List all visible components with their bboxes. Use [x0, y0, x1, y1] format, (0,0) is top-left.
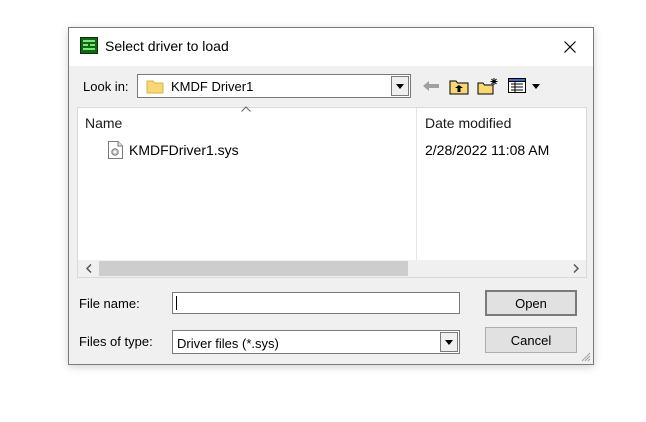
scroll-left-button[interactable]	[80, 260, 97, 277]
chevron-left-icon	[85, 264, 92, 273]
sort-ascending-icon	[241, 106, 251, 112]
back-button[interactable]	[421, 76, 441, 96]
file-name-input[interactable]	[172, 292, 460, 314]
open-file-dialog: Select driver to load Look in: KMDF Driv…	[68, 27, 594, 365]
look-in-dropdown[interactable]: KMDF Driver1	[137, 74, 411, 98]
chevron-down-icon	[445, 339, 453, 345]
files-of-type-dropdown-button[interactable]	[440, 332, 458, 352]
scrollbar-thumb[interactable]	[99, 261, 408, 276]
look-in-value: KMDF Driver1	[171, 79, 254, 94]
scroll-right-button[interactable]	[567, 260, 584, 277]
close-button[interactable]	[547, 28, 593, 66]
file-name-label: File name:	[79, 296, 140, 311]
files-of-type-value: Driver files (*.sys)	[177, 336, 279, 351]
cancel-button[interactable]: Cancel	[485, 327, 577, 353]
column-header-name[interactable]: Name	[85, 115, 122, 131]
file-list-view[interactable]: Name Date modified KMDFDriver1.sys 2/28/…	[77, 106, 587, 278]
chevron-right-icon	[572, 264, 579, 273]
new-folder-button[interactable]	[476, 76, 500, 96]
title-bar: Select driver to load	[69, 28, 593, 66]
column-divider[interactable]	[416, 108, 417, 261]
text-caret	[176, 296, 177, 310]
files-of-type-label: Files of type:	[79, 334, 153, 349]
new-folder-icon	[477, 78, 498, 95]
up-folder-icon	[449, 80, 469, 94]
look-in-dropdown-button[interactable]	[391, 76, 409, 96]
folder-icon	[146, 80, 164, 94]
file-name-cell: KMDFDriver1.sys	[129, 142, 239, 158]
files-of-type-dropdown[interactable]: Driver files (*.sys)	[172, 330, 460, 354]
dialog-title: Select driver to load	[105, 38, 229, 54]
look-in-label: Look in:	[83, 79, 129, 94]
close-icon	[564, 41, 576, 53]
chevron-down-icon	[532, 83, 540, 89]
driver-app-icon	[80, 37, 98, 54]
details-view-icon	[508, 78, 526, 93]
up-folder-button[interactable]	[448, 76, 470, 96]
system-file-icon	[108, 141, 123, 159]
column-header-date-modified[interactable]: Date modified	[425, 115, 511, 131]
open-button[interactable]: Open	[485, 290, 577, 316]
resize-grip-icon[interactable]	[579, 350, 591, 362]
view-menu-button[interactable]	[507, 76, 541, 96]
back-arrow-icon	[423, 81, 439, 91]
file-date-cell: 2/28/2022 11:08 AM	[425, 142, 550, 158]
chevron-down-icon	[396, 83, 404, 89]
horizontal-scrollbar[interactable]	[78, 260, 586, 277]
